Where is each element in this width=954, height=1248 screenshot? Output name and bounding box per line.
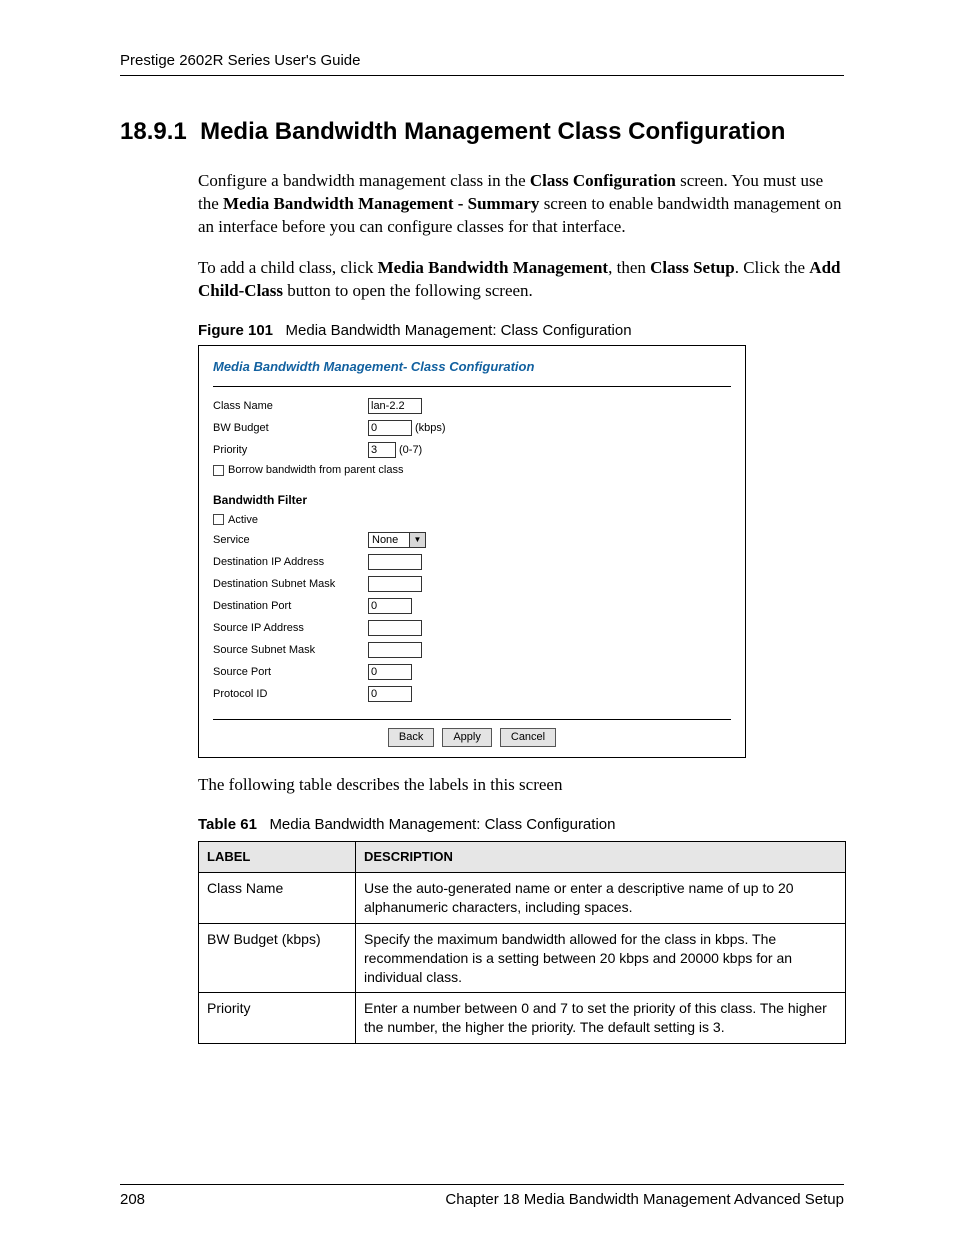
table-row: BW Budget (kbps) Specify the maximum ban… [199,923,846,993]
src-ip-input[interactable] [368,620,422,636]
protocol-id-input[interactable]: 0 [368,686,412,702]
table-row: Class Name Use the auto-generated name o… [199,872,846,923]
td-label: BW Budget (kbps) [199,923,356,993]
protocol-id-label: Protocol ID [213,687,368,702]
paragraph-2: To add a child class, click Media Bandwi… [198,257,844,303]
service-label: Service [213,533,368,548]
page: Prestige 2602R Series User's Guide 18.9.… [0,0,954,1248]
divider [213,386,731,387]
td-label: Class Name [199,872,356,923]
cancel-button[interactable]: Cancel [500,728,556,747]
class-name-input[interactable]: lan-2.2 [368,398,422,414]
dest-port-input[interactable]: 0 [368,598,412,614]
src-mask-label: Source Subnet Mask [213,643,368,658]
paragraph-1: Configure a bandwidth management class i… [198,170,844,239]
bw-budget-label: BW Budget [213,421,368,436]
chevron-down-icon[interactable]: ▼ [409,532,426,548]
dest-ip-input[interactable] [368,554,422,570]
figure-caption-row: Figure 101 Media Bandwidth Management: C… [198,321,844,341]
section-heading: 18.9.1 Media Bandwidth Management Class … [120,118,844,146]
service-select[interactable]: None ▼ [368,532,426,548]
page-number: 208 [120,1191,145,1208]
class-name-label: Class Name [213,399,368,414]
td-label: Priority [199,993,356,1044]
button-bar: Back Apply Cancel [213,719,731,757]
dest-mask-label: Destination Subnet Mask [213,577,368,592]
figure-label: Figure 101 [198,322,273,339]
dest-mask-input[interactable] [368,576,422,592]
bw-budget-input[interactable]: 0 [368,420,412,436]
service-value: None [368,532,409,548]
borrow-label: Borrow bandwidth from parent class [228,463,403,478]
running-head: Prestige 2602R Series User's Guide [120,52,844,76]
active-label: Active [228,513,258,528]
body-content: Configure a bandwidth management class i… [120,170,844,1044]
td-desc: Enter a number between 0 and 7 to set th… [356,993,846,1044]
table-row: Priority Enter a number between 0 and 7 … [199,993,846,1044]
td-desc: Specify the maximum bandwidth allowed fo… [356,923,846,993]
heading-number: 18.9.1 [120,118,187,145]
config-form: Media Bandwidth Management- Class Config… [198,345,746,758]
dest-ip-label: Destination IP Address [213,555,368,570]
bandwidth-filter-heading: Bandwidth Filter [213,492,731,508]
table-caption-row: Table 61 Media Bandwidth Management: Cla… [198,815,844,835]
form-title: Media Bandwidth Management- Class Config… [199,346,745,378]
page-footer: 208 Chapter 18 Media Bandwidth Managemen… [120,1184,844,1208]
description-table: LABEL DESCRIPTION Class Name Use the aut… [198,841,846,1044]
th-label: LABEL [199,842,356,873]
src-mask-input[interactable] [368,642,422,658]
apply-button[interactable]: Apply [442,728,492,747]
back-button[interactable]: Back [388,728,434,747]
src-port-input[interactable]: 0 [368,664,412,680]
priority-label: Priority [213,443,368,458]
borrow-checkbox[interactable] [213,465,224,476]
dest-port-label: Destination Port [213,599,368,614]
table-caption: Media Bandwidth Management: Class Config… [269,816,615,833]
table-label: Table 61 [198,816,257,833]
src-port-label: Source Port [213,665,368,680]
bw-budget-unit: (kbps) [415,421,446,436]
figure-caption: Media Bandwidth Management: Class Config… [286,322,632,339]
src-ip-label: Source IP Address [213,621,368,636]
th-description: DESCRIPTION [356,842,846,873]
active-checkbox[interactable] [213,514,224,525]
priority-range: (0-7) [399,443,422,458]
after-form-text: The following table describes the labels… [198,774,844,797]
table-header-row: LABEL DESCRIPTION [199,842,846,873]
td-desc: Use the auto-generated name or enter a d… [356,872,846,923]
priority-input[interactable]: 3 [368,442,396,458]
chapter-label: Chapter 18 Media Bandwidth Management Ad… [445,1191,844,1208]
heading-text: Media Bandwidth Management Class Configu… [200,118,785,145]
